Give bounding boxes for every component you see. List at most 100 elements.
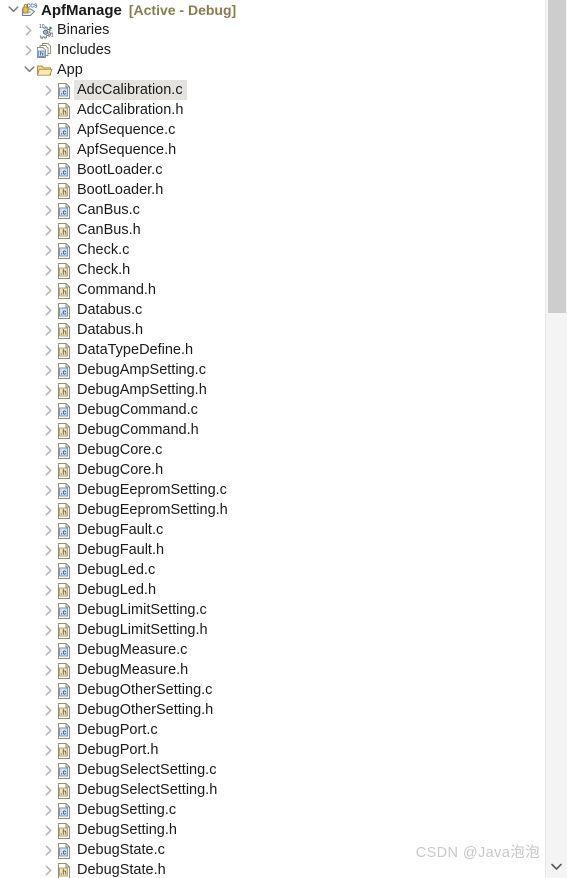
chevron-right-icon[interactable]: [44, 265, 53, 276]
tree-row-content[interactable]: BootLoader.c: [74, 160, 166, 180]
chevron-right-icon[interactable]: [44, 765, 53, 776]
chevron-right-icon[interactable]: [44, 785, 53, 796]
tree-expander[interactable]: [6, 0, 20, 20]
tree-row-datatypedefine-h[interactable]: .h DataTypeDefine.h: [0, 340, 545, 360]
tree-expander[interactable]: [42, 220, 56, 240]
tree-row-content[interactable]: AdcCalibration.c: [74, 80, 187, 100]
tree-row-debugfault-c[interactable]: .c DebugFault.c: [0, 520, 545, 540]
tree-expander[interactable]: [42, 260, 56, 280]
tree-row-content[interactable]: BootLoader.h: [74, 180, 167, 200]
tree-expander[interactable]: [42, 480, 56, 500]
tree-row-debugmeasure-h[interactable]: .h DebugMeasure.h: [0, 660, 545, 680]
tree-row-debugothersetting-h[interactable]: .h DebugOtherSetting.h: [0, 700, 545, 720]
tree-expander[interactable]: [42, 580, 56, 600]
tree-row-apfsequence-h[interactable]: .h ApfSequence.h: [0, 140, 545, 160]
tree-expander[interactable]: [42, 620, 56, 640]
chevron-right-icon[interactable]: [24, 25, 33, 36]
tree-row-debugstate-h[interactable]: .h DebugState.h: [0, 860, 545, 878]
tree-row-content[interactable]: App: [54, 60, 87, 80]
chevron-right-icon[interactable]: [44, 505, 53, 516]
tree-row-bootloader-c[interactable]: .c BootLoader.c: [0, 160, 545, 180]
tree-row-content[interactable]: DebugAmpSetting.h: [74, 380, 211, 400]
tree-row-content[interactable]: Includes: [54, 40, 115, 60]
chevron-right-icon[interactable]: [44, 225, 53, 236]
tree-row-databus-c[interactable]: .c Databus.c: [0, 300, 545, 320]
tree-row-debugsetting-h[interactable]: .h DebugSetting.h: [0, 820, 545, 840]
tree-row-content[interactable]: DebugLed.h: [74, 580, 160, 600]
chevron-right-icon[interactable]: [44, 825, 53, 836]
tree-row-content[interactable]: DebugSetting.c: [74, 800, 180, 820]
tree-expander[interactable]: [42, 860, 56, 878]
chevron-right-icon[interactable]: [44, 745, 53, 756]
tree-row-content[interactable]: DebugPort.c: [74, 720, 162, 740]
tree-expander[interactable]: [42, 420, 56, 440]
tree-expander[interactable]: [42, 540, 56, 560]
tree-row-check-c[interactable]: .c Check.c: [0, 240, 545, 260]
tree-row-content[interactable]: DebugMeasure.h: [74, 660, 192, 680]
tree-row-content[interactable]: DebugPort.h: [74, 740, 162, 760]
tree-row-debugampsetting-h[interactable]: .h DebugAmpSetting.h: [0, 380, 545, 400]
chevron-right-icon[interactable]: [44, 185, 53, 196]
chevron-right-icon[interactable]: [44, 245, 53, 256]
tree-row-content[interactable]: CanBus.h: [74, 220, 145, 240]
tree-row-debugcore-c[interactable]: .c DebugCore.c: [0, 440, 545, 460]
tree-row-content[interactable]: DataTypeDefine.h: [74, 340, 197, 360]
tree-row-content[interactable]: DebugState.c: [74, 840, 169, 860]
chevron-right-icon[interactable]: [44, 865, 53, 876]
tree-row-content[interactable]: DebugEepromSetting.h: [74, 500, 232, 520]
tree-expander[interactable]: [42, 360, 56, 380]
chevron-right-icon[interactable]: [44, 425, 53, 436]
tree-row-content[interactable]: DebugCommand.h: [74, 420, 203, 440]
tree-expander[interactable]: [42, 440, 56, 460]
tree-row-debugcommand-h[interactable]: .h DebugCommand.h: [0, 420, 545, 440]
chevron-right-icon[interactable]: [44, 725, 53, 736]
chevron-right-icon[interactable]: [44, 585, 53, 596]
chevron-right-icon[interactable]: [44, 605, 53, 616]
tree-row-apfsequence-c[interactable]: .c ApfSequence.c: [0, 120, 545, 140]
tree-expander[interactable]: [42, 840, 56, 860]
tree-row-debugampsetting-c[interactable]: .c DebugAmpSetting.c: [0, 360, 545, 380]
chevron-right-icon[interactable]: [44, 525, 53, 536]
tree-row-content[interactable]: CanBus.c: [74, 200, 144, 220]
tree-expander[interactable]: [42, 160, 56, 180]
chevron-right-icon[interactable]: [44, 465, 53, 476]
chevron-down-icon[interactable]: [24, 65, 35, 74]
tree-row-content[interactable]: Command.h: [74, 280, 160, 300]
tree-expander[interactable]: [42, 200, 56, 220]
tree-row-debugeepromsetting-h[interactable]: .h DebugEepromSetting.h: [0, 500, 545, 520]
tree-expander[interactable]: [42, 320, 56, 340]
chevron-right-icon[interactable]: [44, 305, 53, 316]
tree-row-debuglimitsetting-c[interactable]: .c DebugLimitSetting.c: [0, 600, 545, 620]
tree-row-content[interactable]: DebugState.h: [74, 860, 170, 878]
tree-row-debugcore-h[interactable]: .h DebugCore.h: [0, 460, 545, 480]
tree-row-content[interactable]: DebugOtherSetting.c: [74, 680, 216, 700]
tree-row-content[interactable]: DebugSelectSetting.h: [74, 780, 221, 800]
tree-row-app[interactable]: App: [0, 60, 545, 80]
tree-row-debugcommand-c[interactable]: .c DebugCommand.c: [0, 400, 545, 420]
tree-row-content[interactable]: Binaries: [54, 20, 113, 40]
tree-row-content[interactable]: DebugSelectSetting.c: [74, 760, 220, 780]
tree-expander[interactable]: [22, 20, 36, 40]
chevron-right-icon[interactable]: [44, 545, 53, 556]
tree-row-content[interactable]: Databus.c: [74, 300, 146, 320]
chevron-right-icon[interactable]: [44, 365, 53, 376]
tree-row-debugport-h[interactable]: .h DebugPort.h: [0, 740, 545, 760]
chevron-right-icon[interactable]: [44, 345, 53, 356]
chevron-right-icon[interactable]: [44, 685, 53, 696]
tree-row-canbus-h[interactable]: .h CanBus.h: [0, 220, 545, 240]
chevron-right-icon[interactable]: [44, 105, 53, 116]
scrollbar-down-button[interactable]: [546, 856, 567, 878]
tree-expander[interactable]: [42, 300, 56, 320]
tree-expander[interactable]: [22, 60, 36, 80]
tree-row-debugmeasure-c[interactable]: .c DebugMeasure.c: [0, 640, 545, 660]
tree-row-content[interactable]: DebugAmpSetting.c: [74, 360, 210, 380]
tree-row-content[interactable]: DebugEepromSetting.c: [74, 480, 231, 500]
tree-row-check-h[interactable]: .h Check.h: [0, 260, 545, 280]
tree-row-binaries[interactable]: 10 01 Binaries: [0, 20, 545, 40]
chevron-right-icon[interactable]: [44, 665, 53, 676]
tree-row-debugselectsetting-h[interactable]: .h DebugSelectSetting.h: [0, 780, 545, 800]
tree-expander[interactable]: [42, 140, 56, 160]
chevron-right-icon[interactable]: [44, 645, 53, 656]
tree-row-debugled-h[interactable]: .h DebugLed.h: [0, 580, 545, 600]
tree-expander[interactable]: [42, 720, 56, 740]
